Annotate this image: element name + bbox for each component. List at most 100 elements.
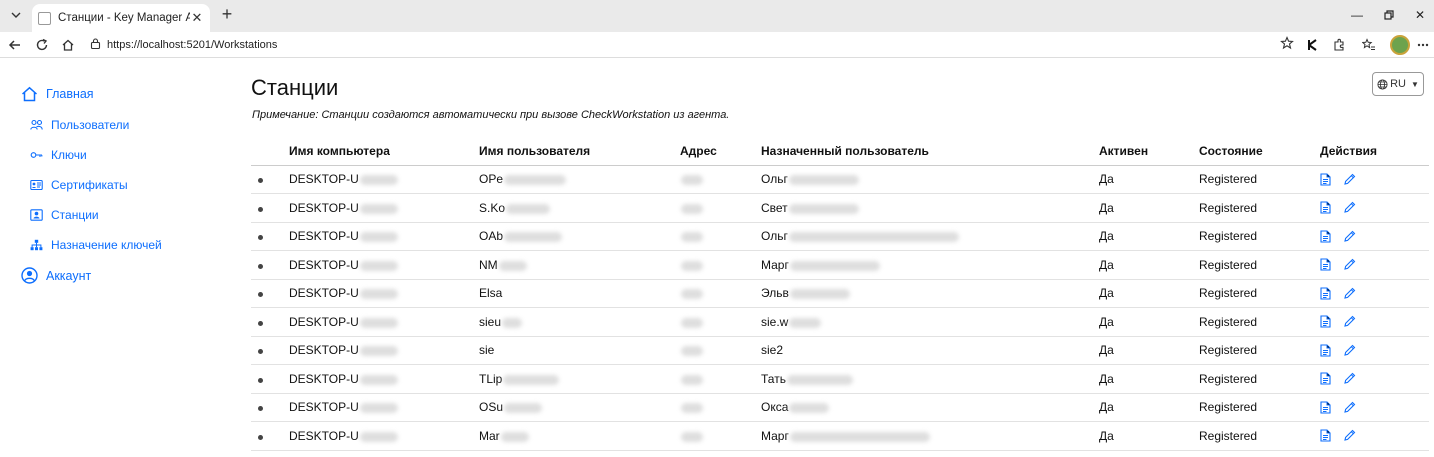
sidebar-item-home[interactable]: Главная — [21, 86, 94, 102]
sidebar-item-keys[interactable]: Ключи — [30, 148, 87, 162]
reload-icon[interactable] — [33, 36, 51, 54]
home-button-icon[interactable] — [59, 36, 77, 54]
bullet-icon — [258, 178, 263, 184]
favorites-icon[interactable] — [1360, 36, 1378, 54]
home-icon — [22, 86, 37, 102]
profile-avatar[interactable] — [1390, 35, 1410, 55]
cell-address — [680, 393, 761, 422]
sidebar-item-key-assignment[interactable]: Назначение ключей — [30, 238, 162, 252]
sidebar-item-certificates[interactable]: Сертификаты — [30, 178, 128, 192]
cell-user-name: Mar — [479, 421, 680, 451]
computer-name: DESKTOP-U — [289, 200, 359, 215]
redacted-text — [504, 403, 543, 414]
cell-state: Registered — [1199, 364, 1320, 394]
back-arrow-icon[interactable] — [6, 36, 24, 54]
close-window-icon[interactable]: ✕ — [1411, 6, 1429, 24]
language-dropdown[interactable]: RU ▼ — [1372, 72, 1424, 96]
sidebar-item-account[interactable]: Аккаунт — [21, 267, 91, 284]
redacted-text — [786, 374, 853, 385]
edit-pencil-icon[interactable] — [1343, 429, 1356, 442]
details-icon[interactable] — [1320, 372, 1331, 385]
user-name: sie — [479, 343, 495, 358]
computer-name: DESKTOP-U — [289, 343, 359, 358]
cell-actions — [1320, 421, 1429, 451]
restore-window-icon[interactable] — [1380, 6, 1398, 24]
cell-assigned-user: Эльв — [761, 279, 1099, 308]
redacted-text — [359, 232, 398, 243]
redacted-text — [500, 431, 529, 442]
cell-computer-name: DESKTOP-U — [289, 193, 479, 223]
caret-down-icon: ▼ — [1410, 79, 1419, 89]
header-computer-name: Имя компьютера — [289, 137, 479, 166]
active-value: Да — [1099, 371, 1114, 386]
details-icon[interactable] — [1320, 230, 1331, 243]
edit-pencil-icon[interactable] — [1343, 287, 1356, 300]
details-icon[interactable] — [1320, 173, 1331, 186]
cell-active: Да — [1099, 222, 1199, 251]
state-value: Registered — [1199, 371, 1258, 386]
sidebar-item-users[interactable]: Пользователи — [30, 118, 129, 132]
minimize-window-icon[interactable]: — — [1348, 6, 1366, 24]
sidebar-item-stations[interactable]: Станции — [30, 208, 99, 222]
workstations-table: Имя компьютера Имя пользователя Адрес На… — [251, 137, 1429, 451]
new-tab-button[interactable]: + — [217, 5, 237, 25]
extensions-icon[interactable] — [1330, 36, 1348, 54]
details-icon[interactable] — [1320, 344, 1331, 357]
redacted-text — [503, 374, 560, 385]
cell-state: Registered — [1199, 307, 1320, 337]
user-name: S.Ko — [479, 200, 506, 215]
details-icon[interactable] — [1320, 401, 1331, 414]
edit-pencil-icon[interactable] — [1343, 401, 1356, 414]
edit-pencil-icon[interactable] — [1343, 315, 1356, 328]
active-value: Да — [1099, 286, 1114, 301]
cell-address — [680, 421, 761, 451]
details-icon[interactable] — [1320, 287, 1331, 300]
cell-actions — [1320, 364, 1429, 394]
redacted-text — [681, 203, 703, 214]
user-name: Mar — [479, 428, 500, 443]
tab-title: Станции - Key Manager Админис — [58, 12, 190, 24]
cell-active: Да — [1099, 421, 1199, 451]
edit-pencil-icon[interactable] — [1343, 201, 1356, 214]
details-icon[interactable] — [1320, 315, 1331, 328]
redacted-text — [789, 403, 830, 414]
assigned-user: Ольг — [761, 229, 788, 244]
edit-pencil-icon[interactable] — [1343, 173, 1356, 186]
details-icon[interactable] — [1320, 258, 1331, 271]
cell-assigned-user: Ольг — [761, 222, 1099, 251]
extension-k-icon[interactable] — [1304, 36, 1322, 54]
cell-assigned-user: Тать — [761, 364, 1099, 394]
edit-pencil-icon[interactable] — [1343, 372, 1356, 385]
cell-assigned-user: Марг — [761, 250, 1099, 280]
globe-icon — [1377, 78, 1388, 90]
cell-active: Да — [1099, 364, 1199, 394]
cell-computer-name: DESKTOP-U — [289, 307, 479, 337]
cell-user-name: OPe — [479, 165, 680, 194]
tab-actions-menu-button[interactable] — [6, 5, 26, 25]
table-row: DESKTOP-U OSu Окса Да Registered — [251, 393, 1429, 422]
cell-user-name: OSu — [479, 393, 680, 422]
cell-assigned-user: Свет — [761, 193, 1099, 223]
page-favicon-icon — [38, 11, 51, 25]
bullet-icon — [258, 263, 263, 269]
user-name: Elsa — [479, 286, 503, 301]
redacted-text — [789, 431, 930, 442]
redacted-text — [359, 175, 398, 186]
close-tab-icon[interactable]: ✕ — [190, 10, 204, 26]
favorite-star-icon[interactable] — [1280, 36, 1296, 52]
more-options-icon[interactable] — [1414, 36, 1432, 54]
edit-pencil-icon[interactable] — [1343, 258, 1356, 271]
address-bar[interactable]: https://localhost:5201/Workstations — [84, 35, 1299, 55]
details-icon[interactable] — [1320, 429, 1331, 442]
cell-active: Да — [1099, 336, 1199, 365]
edit-pencil-icon[interactable] — [1343, 230, 1356, 243]
edit-pencil-icon[interactable] — [1343, 344, 1356, 357]
app-page: Главная Пользователи Ключи Сертификаты С… — [0, 58, 1434, 457]
cell-computer-name: DESKTOP-U — [289, 165, 479, 194]
cell-state: Registered — [1199, 421, 1320, 451]
redacted-text — [681, 175, 703, 186]
details-icon[interactable] — [1320, 201, 1331, 214]
browser-tab[interactable]: Станции - Key Manager Админис ✕ — [32, 4, 210, 32]
lock-icon[interactable] — [90, 38, 101, 52]
cell-computer-name: DESKTOP-U — [289, 336, 479, 365]
